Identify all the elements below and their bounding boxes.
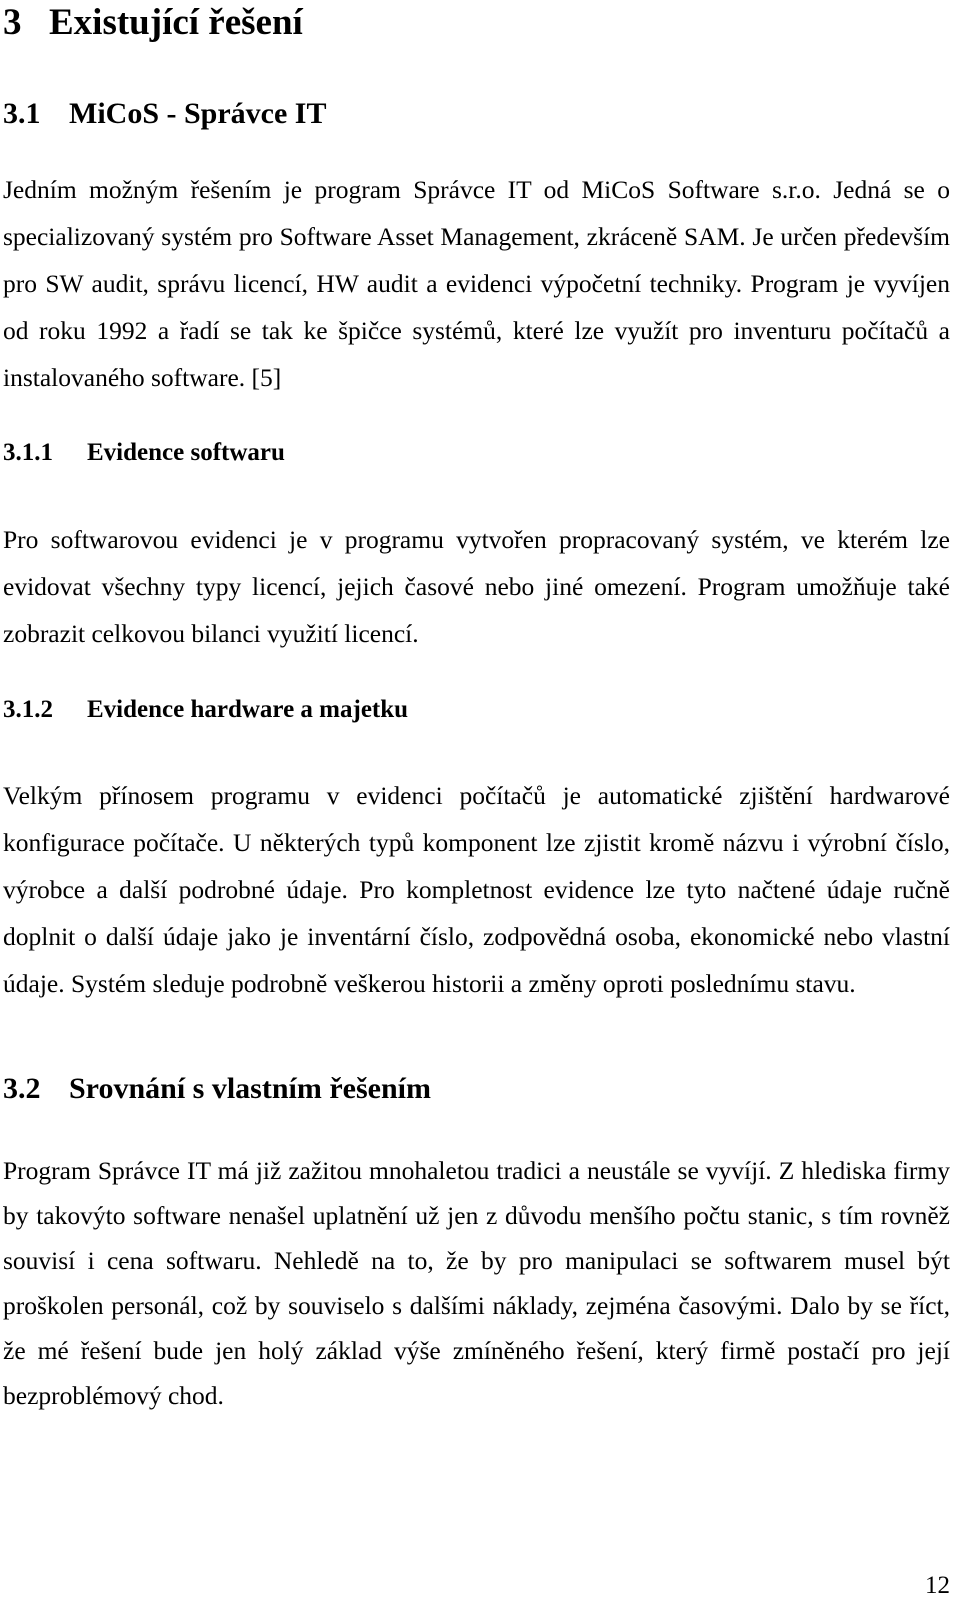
section-number-3-1-2: 3.1.2 (3, 696, 53, 723)
section-heading-3: 3 Existující řešení (3, 4, 603, 41)
section-title-3-1-2: Evidence hardware a majetku (87, 696, 409, 723)
page-number: 12 (925, 1572, 950, 1599)
section-title-3: Existující řešení (49, 2, 303, 43)
section-title-3-1: MiCoS - Správce IT (69, 97, 327, 130)
section-number-3-1-1: 3.1.1 (3, 439, 53, 466)
section-number-3: 3 (3, 2, 22, 43)
paragraph-software-evidence: Pro softwarovou evidenci je v programu v… (3, 525, 950, 648)
document-page: 3 Existující řešení 3.1 MiCoS - Správce IT… (0, 0, 960, 1610)
paragraph-comparison: Program Správce IT má již zažitou mnohal… (3, 1156, 950, 1410)
section-number-3-2: 3.2 (3, 1072, 41, 1105)
section-heading-3-1-1: 3.1.1 Evidence softwaru (3, 440, 603, 465)
section-heading-3-2: 3.2 Srovnání s vlastním řešením (3, 1074, 623, 1104)
section-number-3-1: 3.1 (3, 97, 41, 130)
paragraph-intro: Jedním možným řešením je program Správce… (3, 175, 950, 392)
paragraph-hardware-evidence: Velkým přínosem programu v evidenci počí… (3, 781, 950, 998)
section-title-3-2: Srovnání s vlastním řešením (69, 1072, 431, 1105)
section-heading-3-1-2: 3.1.2 Evidence hardware a majetku (3, 697, 623, 722)
section-title-3-1-1: Evidence softwaru (87, 439, 285, 466)
section-heading-3-1: 3.1 MiCoS - Správce IT (3, 99, 603, 129)
